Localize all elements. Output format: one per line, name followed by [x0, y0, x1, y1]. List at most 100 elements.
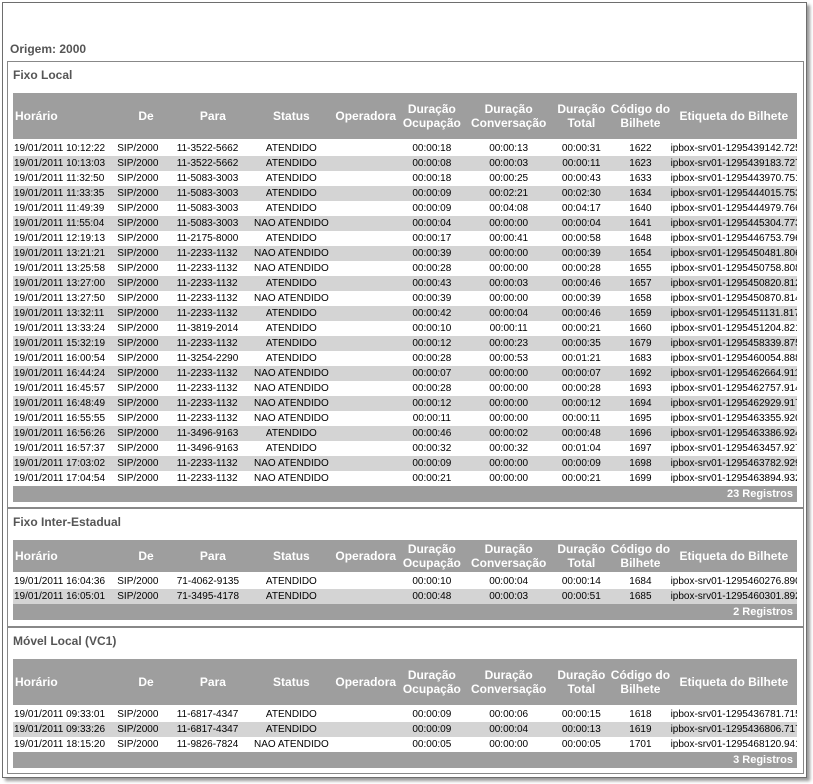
cell-de: SIP/2000	[116, 186, 176, 201]
cell-codigo-bilhete: 1618	[610, 706, 671, 722]
cell-etiqueta-bilhete: ipbox-srv01-1295444979.766	[670, 201, 797, 216]
cell-operadora	[332, 396, 399, 411]
cell-duracao-conversacao: 00:02:21	[464, 186, 553, 201]
cell-duracao-conversacao: 00:00:00	[464, 396, 553, 411]
cell-etiqueta-bilhete: ipbox-srv01-1295468120.941	[670, 737, 797, 752]
cell-de: SIP/2000	[116, 426, 176, 441]
cell-horario: 19/01/2011 09:33:01	[13, 706, 117, 722]
cell-codigo-bilhete: 1619	[610, 722, 671, 737]
cell-status: ATENDIDO	[250, 140, 333, 156]
cell-status: NAO ATENDIDO	[250, 396, 333, 411]
table-row: 19/01/2011 17:04:54 SIP/2000 11-2233-1132 N…	[13, 471, 797, 486]
cell-horario: 19/01/2011 17:03:02	[13, 456, 117, 471]
cell-para: 11-2233-1132	[175, 276, 251, 291]
cell-horario: 19/01/2011 11:33:35	[13, 186, 117, 201]
cell-horario: 19/01/2011 16:05:01	[13, 589, 117, 604]
cell-para: 11-2233-1132	[175, 336, 251, 351]
column-header-para: Para	[175, 540, 251, 574]
cell-duracao-conversacao: 00:00:03	[464, 589, 553, 604]
cell-etiqueta-bilhete: ipbox-srv01-1295463355.920	[670, 411, 797, 426]
column-header-horario: Horário	[13, 659, 117, 707]
cell-etiqueta-bilhete: ipbox-srv01-1295460301.892	[670, 589, 797, 604]
cell-para: 11-2233-1132	[175, 411, 251, 426]
calls-table-movel-local: Horário De Para Status Operadora Duração Ocup…	[13, 659, 797, 768]
cell-etiqueta-bilhete: ipbox-srv01-1295444015.753	[670, 186, 797, 201]
table-footer-row: 3 Registros	[13, 752, 797, 768]
cell-status: ATENDIDO	[250, 306, 333, 321]
table-row: 19/01/2011 16:55:55 SIP/2000 11-2233-1132 N…	[13, 411, 797, 426]
column-header-status: Status	[250, 659, 333, 707]
column-header-para: Para	[175, 93, 251, 141]
column-header-status: Status	[250, 540, 333, 574]
cell-status: ATENDIDO	[250, 589, 333, 604]
cell-status: NAO ATENDIDO	[250, 411, 333, 426]
section-box-fixo-inter-estadual: Horário De Para Status Operadora Duração Ocup…	[7, 534, 804, 627]
cell-status: ATENDIDO	[250, 351, 333, 366]
cell-codigo-bilhete: 1698	[610, 456, 671, 471]
table-row: 19/01/2011 11:32:50 SIP/2000 11-5083-3003 A…	[13, 171, 797, 186]
cell-duracao-ocupacao: 00:00:46	[398, 426, 465, 441]
cell-duracao-ocupacao: 00:00:39	[398, 246, 465, 261]
cell-duracao-conversacao: 00:00:00	[464, 471, 553, 486]
section-title: Fixo Inter-Estadual	[13, 515, 122, 529]
column-header-de: De	[116, 93, 176, 141]
cell-codigo-bilhete: 1657	[610, 276, 671, 291]
column-header-duracao-ocupacao: Duração Ocupação	[398, 659, 465, 707]
cell-duracao-total: 00:00:12	[552, 396, 611, 411]
cell-status: ATENDIDO	[250, 171, 333, 186]
cell-duracao-ocupacao: 00:00:48	[398, 589, 465, 604]
cell-duracao-conversacao: 00:00:00	[464, 366, 553, 381]
cell-duracao-total: 00:00:39	[552, 291, 611, 306]
cell-operadora	[332, 589, 399, 604]
cell-para: 71-4062-9135	[175, 573, 251, 589]
cell-para: 11-2233-1132	[175, 366, 251, 381]
cell-horario: 19/01/2011 16:44:24	[13, 366, 117, 381]
table-row: 19/01/2011 13:27:00 SIP/2000 11-2233-1132 A…	[13, 276, 797, 291]
column-header-para: Para	[175, 659, 251, 707]
cell-etiqueta-bilhete: ipbox-srv01-1295436806.717	[670, 722, 797, 737]
cell-duracao-total: 00:00:21	[552, 471, 611, 486]
table-row: 19/01/2011 10:13:03 SIP/2000 11-3522-5662 A…	[13, 156, 797, 171]
cell-operadora	[332, 306, 399, 321]
cell-de: SIP/2000	[116, 573, 176, 589]
cell-de: SIP/2000	[116, 589, 176, 604]
cell-horario: 19/01/2011 10:13:03	[13, 156, 117, 171]
table-row: 19/01/2011 10:12:22 SIP/2000 11-3522-5662 A…	[13, 140, 797, 156]
cell-para: 11-2233-1132	[175, 261, 251, 276]
cell-duracao-conversacao: 00:00:00	[464, 737, 553, 752]
cell-status: NAO ATENDIDO	[250, 246, 333, 261]
table-row: 19/01/2011 18:15:20 SIP/2000 11-9826-7824 N…	[13, 737, 797, 752]
cell-etiqueta-bilhete: ipbox-srv01-1295451204.821	[670, 321, 797, 336]
cell-para: 71-3495-4178	[175, 589, 251, 604]
cell-status: NAO ATENDIDO	[250, 471, 333, 486]
column-header-codigo-bilhete: Código do Bilhete	[610, 93, 671, 141]
cell-de: SIP/2000	[116, 171, 176, 186]
cell-horario: 19/01/2011 16:48:49	[13, 396, 117, 411]
cell-horario: 19/01/2011 18:15:20	[13, 737, 117, 752]
cell-operadora	[332, 351, 399, 366]
column-header-codigo-bilhete: Código do Bilhete	[610, 659, 671, 707]
cell-etiqueta-bilhete: ipbox-srv01-1295458339.875	[670, 336, 797, 351]
table-row: 19/01/2011 16:48:49 SIP/2000 11-2233-1132 N…	[13, 396, 797, 411]
cell-de: SIP/2000	[116, 140, 176, 156]
cell-operadora	[332, 231, 399, 246]
cell-para: 11-2233-1132	[175, 471, 251, 486]
cell-operadora	[332, 737, 399, 752]
cell-etiqueta-bilhete: ipbox-srv01-1295463782.929	[670, 456, 797, 471]
cell-duracao-total: 00:00:11	[552, 411, 611, 426]
cell-duracao-ocupacao: 00:00:39	[398, 291, 465, 306]
section-title: Móvel Local (VC1)	[13, 634, 117, 648]
cell-status: ATENDIDO	[250, 231, 333, 246]
cell-operadora	[332, 471, 399, 486]
cell-duracao-ocupacao: 00:00:12	[398, 396, 465, 411]
cell-duracao-ocupacao: 00:00:10	[398, 573, 465, 589]
cell-etiqueta-bilhete: ipbox-srv01-1295450481.806	[670, 246, 797, 261]
table-row: 19/01/2011 17:03:02 SIP/2000 11-2233-1132 N…	[13, 456, 797, 471]
cell-status: ATENDIDO	[250, 441, 333, 456]
cell-duracao-conversacao: 00:00:00	[464, 291, 553, 306]
table-row: 19/01/2011 16:57:37 SIP/2000 11-3496-9163 A…	[13, 441, 797, 456]
table-row: 19/01/2011 16:44:24 SIP/2000 11-2233-1132 N…	[13, 366, 797, 381]
cell-codigo-bilhete: 1641	[610, 216, 671, 231]
cell-codigo-bilhete: 1655	[610, 261, 671, 276]
table-row: 19/01/2011 11:33:35 SIP/2000 11-5083-3003 A…	[13, 186, 797, 201]
